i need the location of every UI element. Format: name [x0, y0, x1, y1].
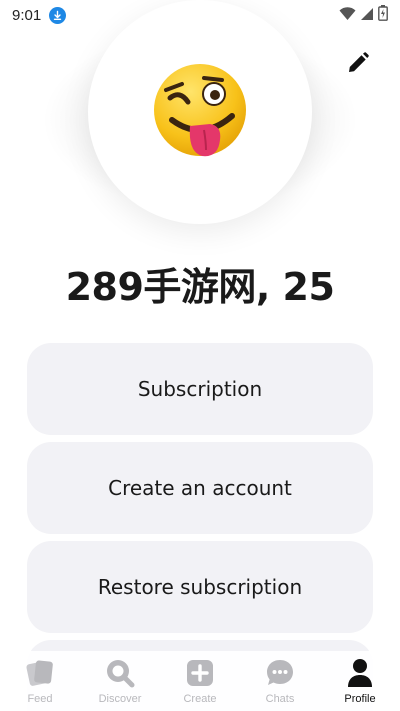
- download-badge-icon: [49, 6, 67, 24]
- nav-create[interactable]: Create: [160, 657, 240, 705]
- person-icon: [346, 657, 374, 689]
- avatar[interactable]: [88, 0, 312, 224]
- signal-icon: [360, 6, 374, 25]
- nav-feed-label: Feed: [27, 693, 53, 705]
- pencil-icon: [349, 52, 369, 72]
- bottom-nav: Feed Discover Create Chats Profile: [0, 651, 400, 711]
- create-account-button[interactable]: Create an account: [27, 442, 373, 534]
- battery-icon: [378, 5, 388, 25]
- subscription-button[interactable]: Subscription: [27, 343, 373, 435]
- winking-tongue-emoji-icon: [154, 64, 246, 157]
- restore-subscription-button[interactable]: Restore subscription: [27, 541, 373, 633]
- profile-name: 289手游网, 25: [65, 265, 335, 309]
- cards-icon: [24, 657, 56, 689]
- nav-create-label: Create: [183, 693, 217, 705]
- plus-square-icon: [186, 657, 214, 689]
- wifi-icon: [339, 6, 356, 25]
- status-time: 9:01: [12, 6, 42, 24]
- nav-chats[interactable]: Chats: [240, 657, 320, 705]
- nav-discover-label: Discover: [98, 693, 142, 705]
- nav-chats-label: Chats: [265, 693, 295, 705]
- nav-profile-label: Profile: [344, 693, 376, 705]
- nav-profile[interactable]: Profile: [320, 657, 400, 705]
- status-icons: [339, 5, 388, 25]
- chat-bubble-icon: [265, 657, 295, 689]
- edit-profile-button[interactable]: [342, 48, 374, 78]
- nav-feed[interactable]: Feed: [0, 657, 80, 705]
- search-icon: [105, 657, 135, 689]
- nav-discover[interactable]: Discover: [80, 657, 160, 705]
- profile-screen: 9:01 289手游网, 25 Subscription Create an a…: [0, 0, 400, 711]
